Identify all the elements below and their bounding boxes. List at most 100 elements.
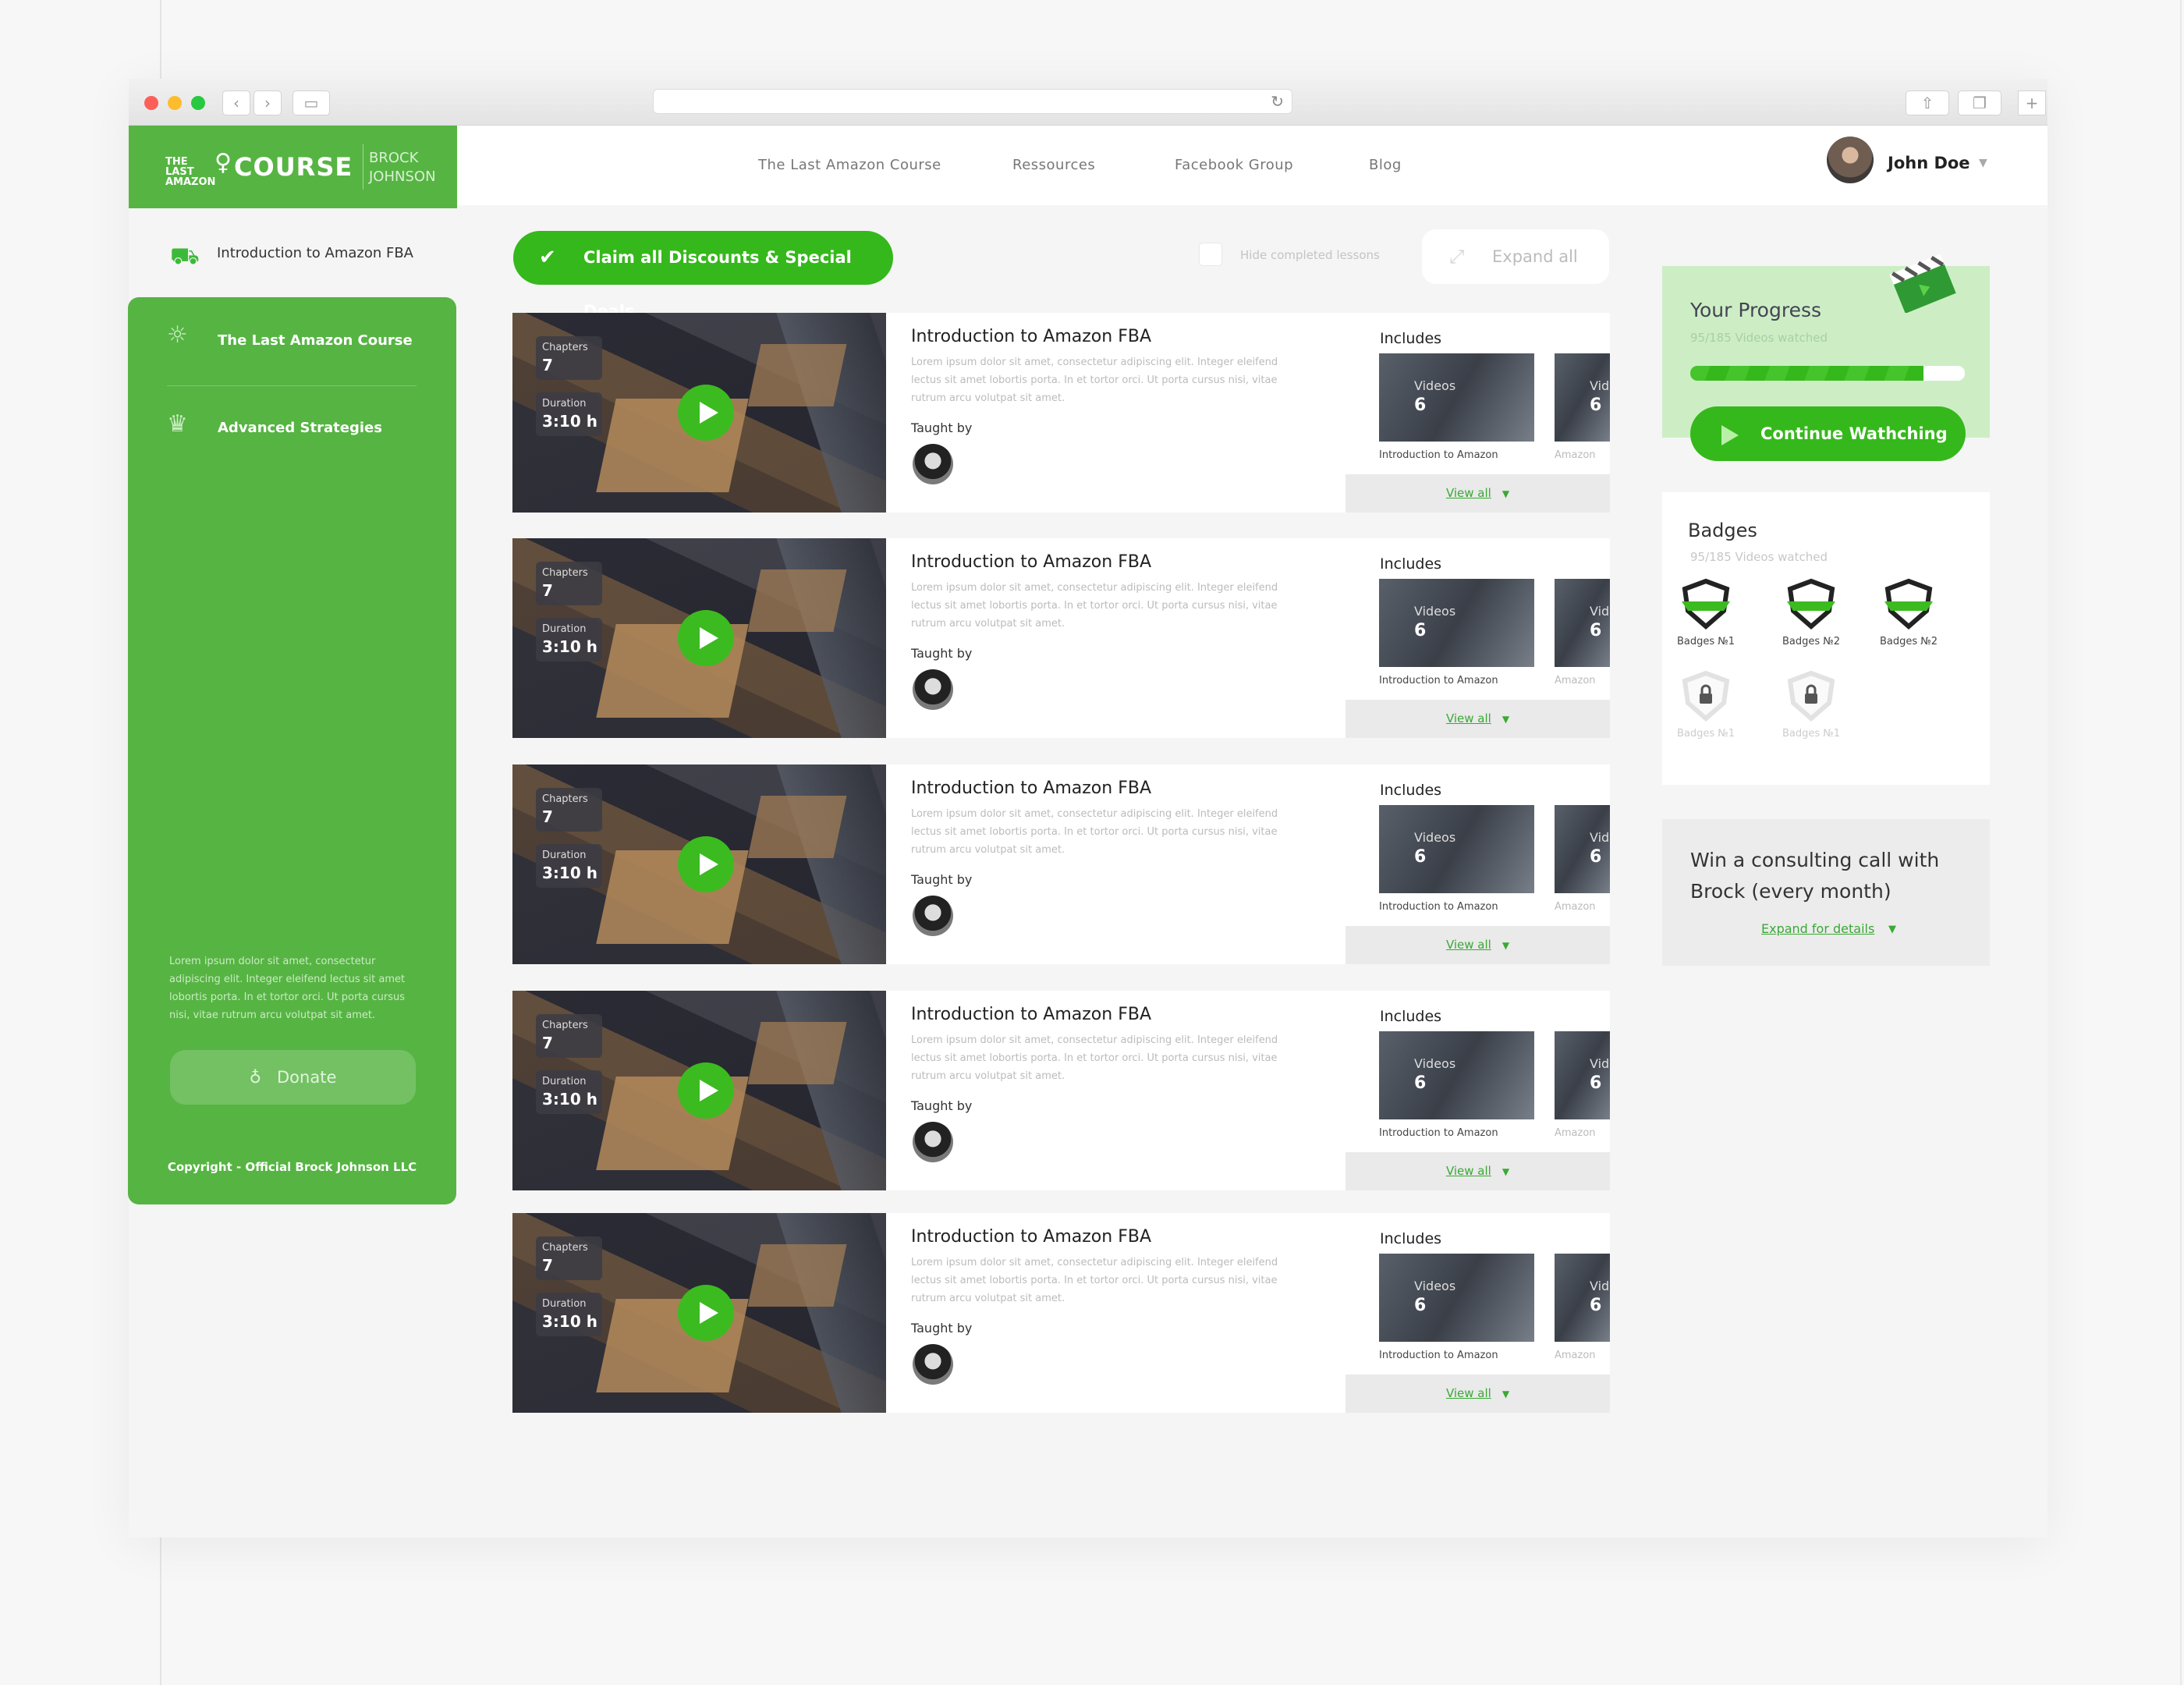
nav-ressources[interactable]: Ressources xyxy=(1012,157,1095,173)
chapters-label: Chapters xyxy=(542,1242,588,1254)
includes-label: Includes xyxy=(1380,330,1442,347)
box-shape xyxy=(747,796,847,858)
instructor-avatar[interactable] xyxy=(913,896,953,936)
lesson-title[interactable]: Introduction to Amazon FBA xyxy=(911,1005,1151,1024)
lesson-description: Lorem ipsum dolor sit amet, consectetur … xyxy=(911,357,1278,404)
duration-tag: Duration 3:10 h xyxy=(536,844,602,888)
sidebar-item-advanced-strategies[interactable]: Advanced Strategies xyxy=(218,420,382,436)
lesson-thumbnail[interactable]: Chapters 7 Duration 3:10 h xyxy=(512,764,886,964)
claim-deals-button[interactable]: ✔ Claim all Discounts & Special Deals xyxy=(513,231,893,321)
expand-all-button[interactable]: ⤢ Expand all xyxy=(1422,229,1609,284)
lesson-thumbnail[interactable]: Chapters 7 Duration 3:10 h xyxy=(512,313,886,513)
share-icon[interactable]: ⇧ xyxy=(1906,90,1949,115)
new-tab-icon[interactable]: + xyxy=(2018,90,2046,115)
view-all-label: View all xyxy=(1445,1164,1491,1178)
video-card[interactable]: Vid 6 xyxy=(1555,353,1610,442)
duration-value: 3:10 h xyxy=(542,1090,597,1109)
lesson-title[interactable]: Introduction to Amazon FBA xyxy=(911,552,1151,572)
video-card[interactable]: Vid 6 xyxy=(1555,1254,1610,1342)
videos-label: Vid xyxy=(1590,378,1610,393)
sidebar: ☼ The Last Amazon Course ♛ Advanced Stra… xyxy=(128,297,456,1204)
sidebar-item-last-amazon-course[interactable]: The Last Amazon Course xyxy=(218,332,413,349)
play-icon[interactable] xyxy=(678,385,734,441)
expand-all-label: Expand all xyxy=(1492,247,1578,266)
lesson-title[interactable]: Introduction to Amazon FBA xyxy=(911,1227,1151,1247)
view-all-button[interactable]: View all ▼ xyxy=(1346,1375,1610,1413)
chapters-label: Chapters xyxy=(542,793,588,805)
progress-title: Your Progress xyxy=(1690,299,1822,321)
user-avatar[interactable] xyxy=(1827,137,1874,183)
chevron-down-icon[interactable]: ▼ xyxy=(1888,924,1896,935)
nav-facebook-group[interactable]: Facebook Group xyxy=(1175,157,1293,173)
sidebar-toggle-icon[interactable]: ▭ xyxy=(292,90,330,115)
view-all-button[interactable]: View all ▼ xyxy=(1346,1152,1610,1190)
chapters-label: Chapters xyxy=(542,567,588,579)
minimize-window-dot[interactable] xyxy=(168,96,182,110)
instructor-avatar[interactable] xyxy=(913,669,953,710)
duration-label: Duration xyxy=(542,398,587,410)
hide-completed-checkbox[interactable] xyxy=(1199,243,1222,266)
video-card[interactable]: Videos 6 xyxy=(1379,353,1534,442)
videos-label: Videos xyxy=(1414,830,1456,845)
video-caption: Introduction to Amazon xyxy=(1379,1350,1498,1361)
sidebar-divider xyxy=(167,385,417,386)
expand-details-link[interactable]: Expand for details xyxy=(1761,921,1874,936)
video-card[interactable]: Vid 6 xyxy=(1555,579,1610,667)
site-logo[interactable]: THE LAST AMAZON ♀ COURSE BROCK JOHNSON xyxy=(129,126,457,208)
forward-arrow-icon[interactable]: › xyxy=(254,90,282,115)
badge[interactable]: Badges №1 xyxy=(1667,578,1745,647)
video-card[interactable]: Vid 6 xyxy=(1555,805,1610,893)
lesson-title[interactable]: Introduction to Amazon FBA xyxy=(911,327,1151,346)
play-icon[interactable] xyxy=(678,610,734,666)
video-card[interactable]: Videos 6 xyxy=(1379,579,1534,667)
instructor-avatar[interactable] xyxy=(913,1122,953,1162)
continue-watching-button[interactable]: Continue Wathching xyxy=(1690,406,1966,461)
lesson-title[interactable]: Introduction to Amazon FBA xyxy=(911,779,1151,798)
lesson-thumbnail[interactable]: Chapters 7 Duration 3:10 h xyxy=(512,538,886,738)
view-all-button[interactable]: View all ▼ xyxy=(1346,700,1610,738)
box-shape xyxy=(747,1244,847,1307)
back-arrow-icon[interactable]: ‹ xyxy=(222,90,250,115)
videos-label: Vid xyxy=(1590,604,1610,619)
badges-card: Badges 95/185 Videos watched Badges №1 Ba… xyxy=(1662,492,1990,785)
instructor-avatar[interactable] xyxy=(913,1344,953,1385)
badge[interactable]: Badges №2 xyxy=(1870,578,1948,647)
play-icon[interactable] xyxy=(678,1285,734,1341)
video-card[interactable]: Videos 6 xyxy=(1379,1031,1534,1119)
donate-button[interactable]: ♁ Donate xyxy=(170,1050,416,1105)
user-name[interactable]: John Doe xyxy=(1888,154,1970,172)
lesson-thumbnail[interactable]: Chapters 7 Duration 3:10 h xyxy=(512,991,886,1190)
video-card[interactable]: Vid 6 xyxy=(1555,1031,1610,1119)
tabs-icon[interactable]: ❐ xyxy=(1958,90,2001,115)
reload-icon[interactable]: ↻ xyxy=(1271,92,1284,111)
nav-last-amazon-course[interactable]: The Last Amazon Course xyxy=(758,157,941,173)
chevron-down-icon: ▼ xyxy=(1502,1389,1510,1399)
sidebar-item-intro[interactable]: Introduction to Amazon FBA xyxy=(217,245,413,261)
play-icon[interactable] xyxy=(678,836,734,892)
lesson-thumbnail[interactable]: Chapters 7 Duration 3:10 h xyxy=(512,1213,886,1413)
play-icon[interactable] xyxy=(678,1062,734,1119)
badge-label: Badges №1 xyxy=(1676,728,1736,740)
badge[interactable]: Badges №2 xyxy=(1772,578,1850,647)
badge-label: Badges №1 xyxy=(1782,728,1841,740)
chevron-down-icon[interactable]: ▼ xyxy=(1979,157,1987,169)
videos-label: Vid xyxy=(1590,830,1610,845)
videos-count: 6 xyxy=(1590,847,1602,867)
maximize-window-dot[interactable] xyxy=(191,96,205,110)
badge-locked[interactable]: Badges №1 xyxy=(1667,670,1745,740)
browser-titlebar: ‹ › ▭ ↻ ⇧ ❐ + xyxy=(129,79,2048,126)
view-all-button[interactable]: View all ▼ xyxy=(1346,474,1610,513)
duration-label: Duration xyxy=(542,623,587,635)
address-bar[interactable]: ↻ xyxy=(653,89,1292,114)
instructor-avatar[interactable] xyxy=(913,444,953,484)
hide-completed-label[interactable]: Hide completed lessons xyxy=(1240,248,1380,262)
chevron-down-icon: ▼ xyxy=(1502,488,1510,499)
close-window-dot[interactable] xyxy=(144,96,158,110)
video-caption: Amazon xyxy=(1555,901,1596,913)
videos-label: Vid xyxy=(1590,1279,1610,1293)
nav-blog[interactable]: Blog xyxy=(1369,157,1402,173)
badge-locked[interactable]: Badges №1 xyxy=(1772,670,1850,740)
video-card[interactable]: Videos 6 xyxy=(1379,805,1534,893)
video-card[interactable]: Videos 6 xyxy=(1379,1254,1534,1342)
view-all-button[interactable]: View all ▼ xyxy=(1346,926,1610,964)
